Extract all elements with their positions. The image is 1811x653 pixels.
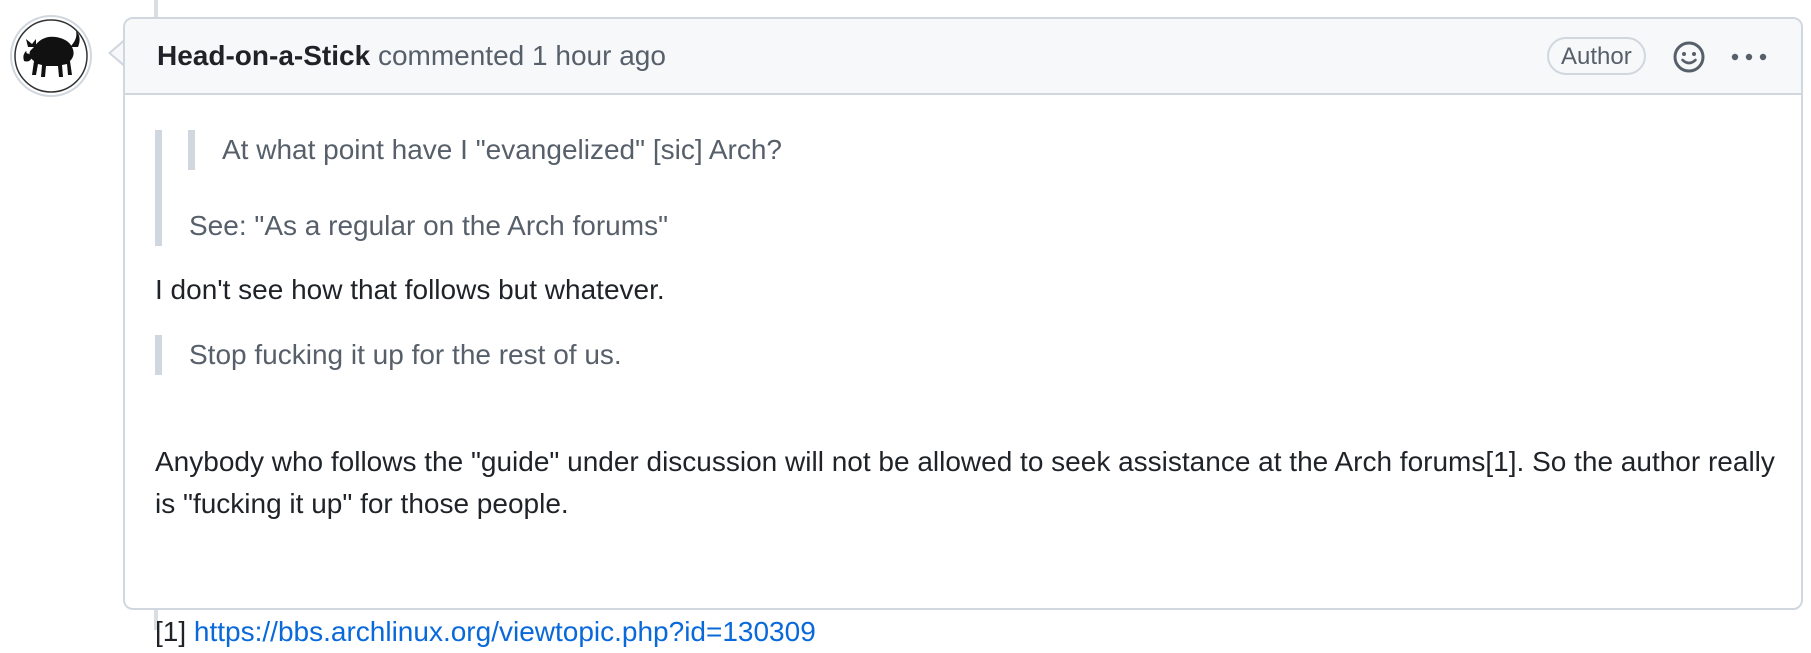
author-name-link[interactable]: Head-on-a-Stick [157, 40, 370, 71]
outer-quote-text: See: "As a regular on the Arch forums" [189, 210, 669, 241]
comment-box: Head-on-a-Stick commented 1 hour ago Aut… [123, 17, 1803, 647]
author-avatar[interactable] [10, 15, 92, 97]
quote-2-text: Stop fucking it up for the rest of us. [189, 339, 622, 370]
add-reaction-button[interactable] [1671, 39, 1707, 75]
paragraph-2: Anybody who follows the "guide" under di… [155, 446, 1775, 519]
blockquote-2: Stop fucking it up for the rest of us. [155, 335, 1762, 375]
footnote-label: [1] [155, 616, 187, 647]
blockquote-outer: At what point have I "evangelized" [sic]… [155, 130, 1762, 246]
comment-options-button[interactable] [1729, 43, 1769, 71]
comment-header: Head-on-a-Stick commented 1 hour ago Aut… [125, 19, 1801, 95]
nested-quote-text: At what point have I "evangelized" [sic]… [222, 134, 782, 165]
kebab-horizontal-icon [1731, 53, 1767, 61]
comment-action: commented [377, 40, 525, 71]
comment-meta: Head-on-a-Stick commented 1 hour ago [157, 39, 666, 73]
comment-timestamp-link[interactable]: 1 hour ago [532, 40, 666, 71]
author-badge: Author [1547, 37, 1646, 75]
smiley-icon [1673, 41, 1705, 73]
black-cat-avatar-icon [14, 19, 88, 93]
blockquote-nested: At what point have I "evangelized" [sic]… [188, 130, 782, 170]
footnote-link[interactable]: https://bbs.archlinux.org/viewtopic.php?… [194, 616, 816, 647]
footnote: [1] https://bbs.archlinux.org/viewtopic.… [155, 611, 816, 653]
paragraph-1: I don't see how that follows but whateve… [155, 274, 665, 305]
